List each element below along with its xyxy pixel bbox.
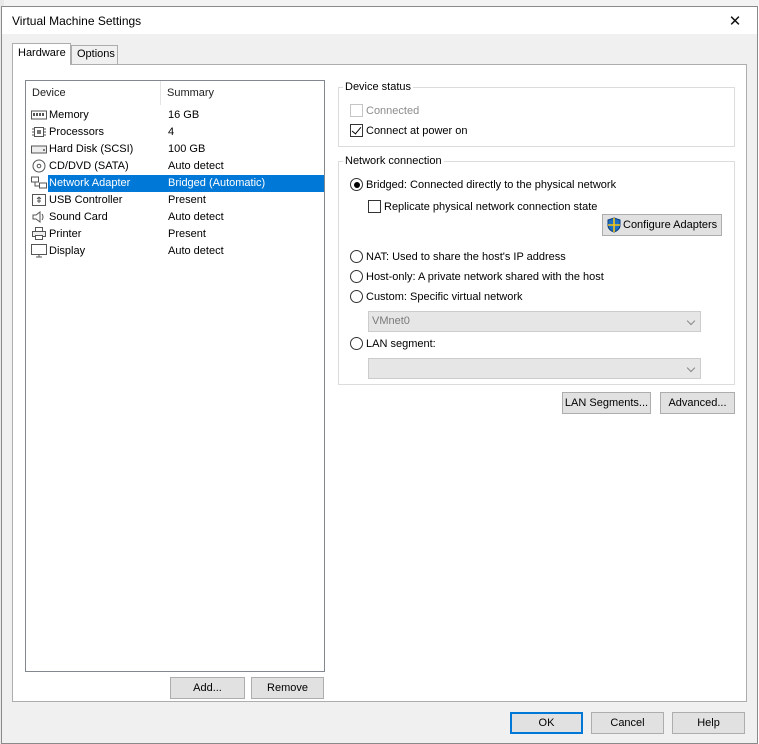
nat-label: NAT: Used to share the host's IP address <box>366 251 566 263</box>
custom-radio-button[interactable] <box>350 290 363 303</box>
device-name: Network Adapter <box>48 175 162 192</box>
custom-network-value: VMnet0 <box>372 315 410 327</box>
tab-hardware[interactable]: Hardware <box>12 43 71 65</box>
printer-icon <box>31 227 47 241</box>
device-name: Sound Card <box>49 211 108 223</box>
chevron-down-icon <box>686 316 696 326</box>
network-adapter-icon <box>31 176 47 190</box>
close-button[interactable]: ✕ <box>713 7 757 34</box>
device-summary: 4 <box>168 126 175 138</box>
device-summary: Bridged (Automatic) <box>162 175 324 192</box>
configure-adapters-label: Configure Adapters <box>623 219 718 231</box>
device-row-processors[interactable]: Processors 4 <box>28 124 324 141</box>
device-name: USB Controller <box>49 194 123 206</box>
tab-options[interactable]: Options <box>71 45 118 64</box>
hardware-tab-panel: Device Summary Memory 16 GB Processors 4 <box>12 64 747 702</box>
connected-label: Connected <box>366 105 420 117</box>
device-status-group: Device status Connected Connect at power… <box>338 81 735 147</box>
bridged-label: Bridged: Connected directly to the physi… <box>366 179 617 191</box>
cancel-button[interactable]: Cancel <box>591 712 664 734</box>
replicate-state-label: Replicate physical network connection st… <box>384 201 598 213</box>
device-name: Display <box>49 245 86 257</box>
bridged-radio-button[interactable] <box>350 178 363 191</box>
help-button[interactable]: Help <box>672 712 745 734</box>
add-device-button[interactable]: Add... <box>170 677 245 699</box>
column-header-device[interactable]: Device <box>26 81 161 105</box>
device-list[interactable]: Device Summary Memory 16 GB Processors 4 <box>25 80 325 672</box>
chevron-down-icon <box>686 363 696 373</box>
device-name: Hard Disk (SCSI) <box>49 143 134 155</box>
cd-dvd-icon <box>31 159 47 173</box>
configure-adapters-button[interactable]: Configure Adapters <box>602 214 722 236</box>
device-summary: Present <box>168 194 206 206</box>
lan-segment-select[interactable] <box>368 358 701 379</box>
device-summary: Auto detect <box>168 245 224 257</box>
device-summary: Auto detect <box>168 211 224 223</box>
device-name: Processors <box>49 126 105 138</box>
lan-segment-radio-button[interactable] <box>350 337 363 350</box>
device-row-cd-dvd[interactable]: CD/DVD (SATA) Auto detect <box>28 158 324 175</box>
advanced-button[interactable]: Advanced... <box>660 392 735 414</box>
device-row-display[interactable]: Display Auto detect <box>28 243 324 260</box>
display-icon <box>31 244 47 258</box>
network-connection-title: Network connection <box>345 155 442 167</box>
lan-segment-label: LAN segment: <box>366 338 436 350</box>
usb-icon <box>31 193 47 207</box>
device-summary: Auto detect <box>168 160 224 172</box>
device-summary: 100 GB <box>168 143 206 155</box>
nat-radio-button[interactable] <box>350 250 363 263</box>
device-row-usb-controller[interactable]: USB Controller Present <box>28 192 324 209</box>
device-name: CD/DVD (SATA) <box>49 160 129 172</box>
speaker-icon <box>31 210 47 224</box>
device-row-memory[interactable]: Memory 16 GB <box>28 107 324 124</box>
device-row-printer[interactable]: Printer Present <box>28 226 324 243</box>
device-name: Memory <box>49 109 89 121</box>
custom-label: Custom: Specific virtual network <box>366 291 523 303</box>
host-only-radio-button[interactable] <box>350 270 363 283</box>
device-summary: Present <box>168 228 206 240</box>
window-title: Virtual Machine Settings <box>12 14 142 28</box>
device-status-title: Device status <box>345 81 412 93</box>
ok-button[interactable]: OK <box>510 712 583 734</box>
connect-at-power-on-label: Connect at power on <box>366 125 468 137</box>
replicate-state-box[interactable] <box>368 200 381 213</box>
custom-network-select[interactable]: VMnet0 <box>368 311 701 332</box>
title-bar: Virtual Machine Settings ✕ <box>2 7 757 34</box>
processor-icon <box>31 125 47 139</box>
network-connection-group: Network connection Bridged: Connected di… <box>338 155 735 385</box>
lan-segments-button[interactable]: LAN Segments... <box>562 392 651 414</box>
device-row-network-adapter[interactable]: Network Adapter Bridged (Automatic) <box>28 175 324 192</box>
device-summary: 16 GB <box>168 109 200 121</box>
remove-device-button[interactable]: Remove <box>251 677 324 699</box>
device-name: Printer <box>49 228 82 240</box>
connect-at-power-on-box[interactable] <box>350 124 363 137</box>
device-row-hard-disk[interactable]: Hard Disk (SCSI) 100 GB <box>28 141 324 158</box>
host-only-label: Host-only: A private network shared with… <box>366 271 604 283</box>
uac-shield-icon <box>607 217 621 233</box>
device-row-sound-card[interactable]: Sound Card Auto detect <box>28 209 324 226</box>
column-header-summary[interactable]: Summary <box>161 81 324 105</box>
connected-checkbox-box[interactable] <box>350 104 363 117</box>
virtual-machine-settings-dialog: Virtual Machine Settings ✕ Hardware Opti… <box>1 6 758 744</box>
memory-icon <box>31 108 47 122</box>
close-icon: ✕ <box>728 12 742 30</box>
hard-disk-icon <box>31 142 47 156</box>
